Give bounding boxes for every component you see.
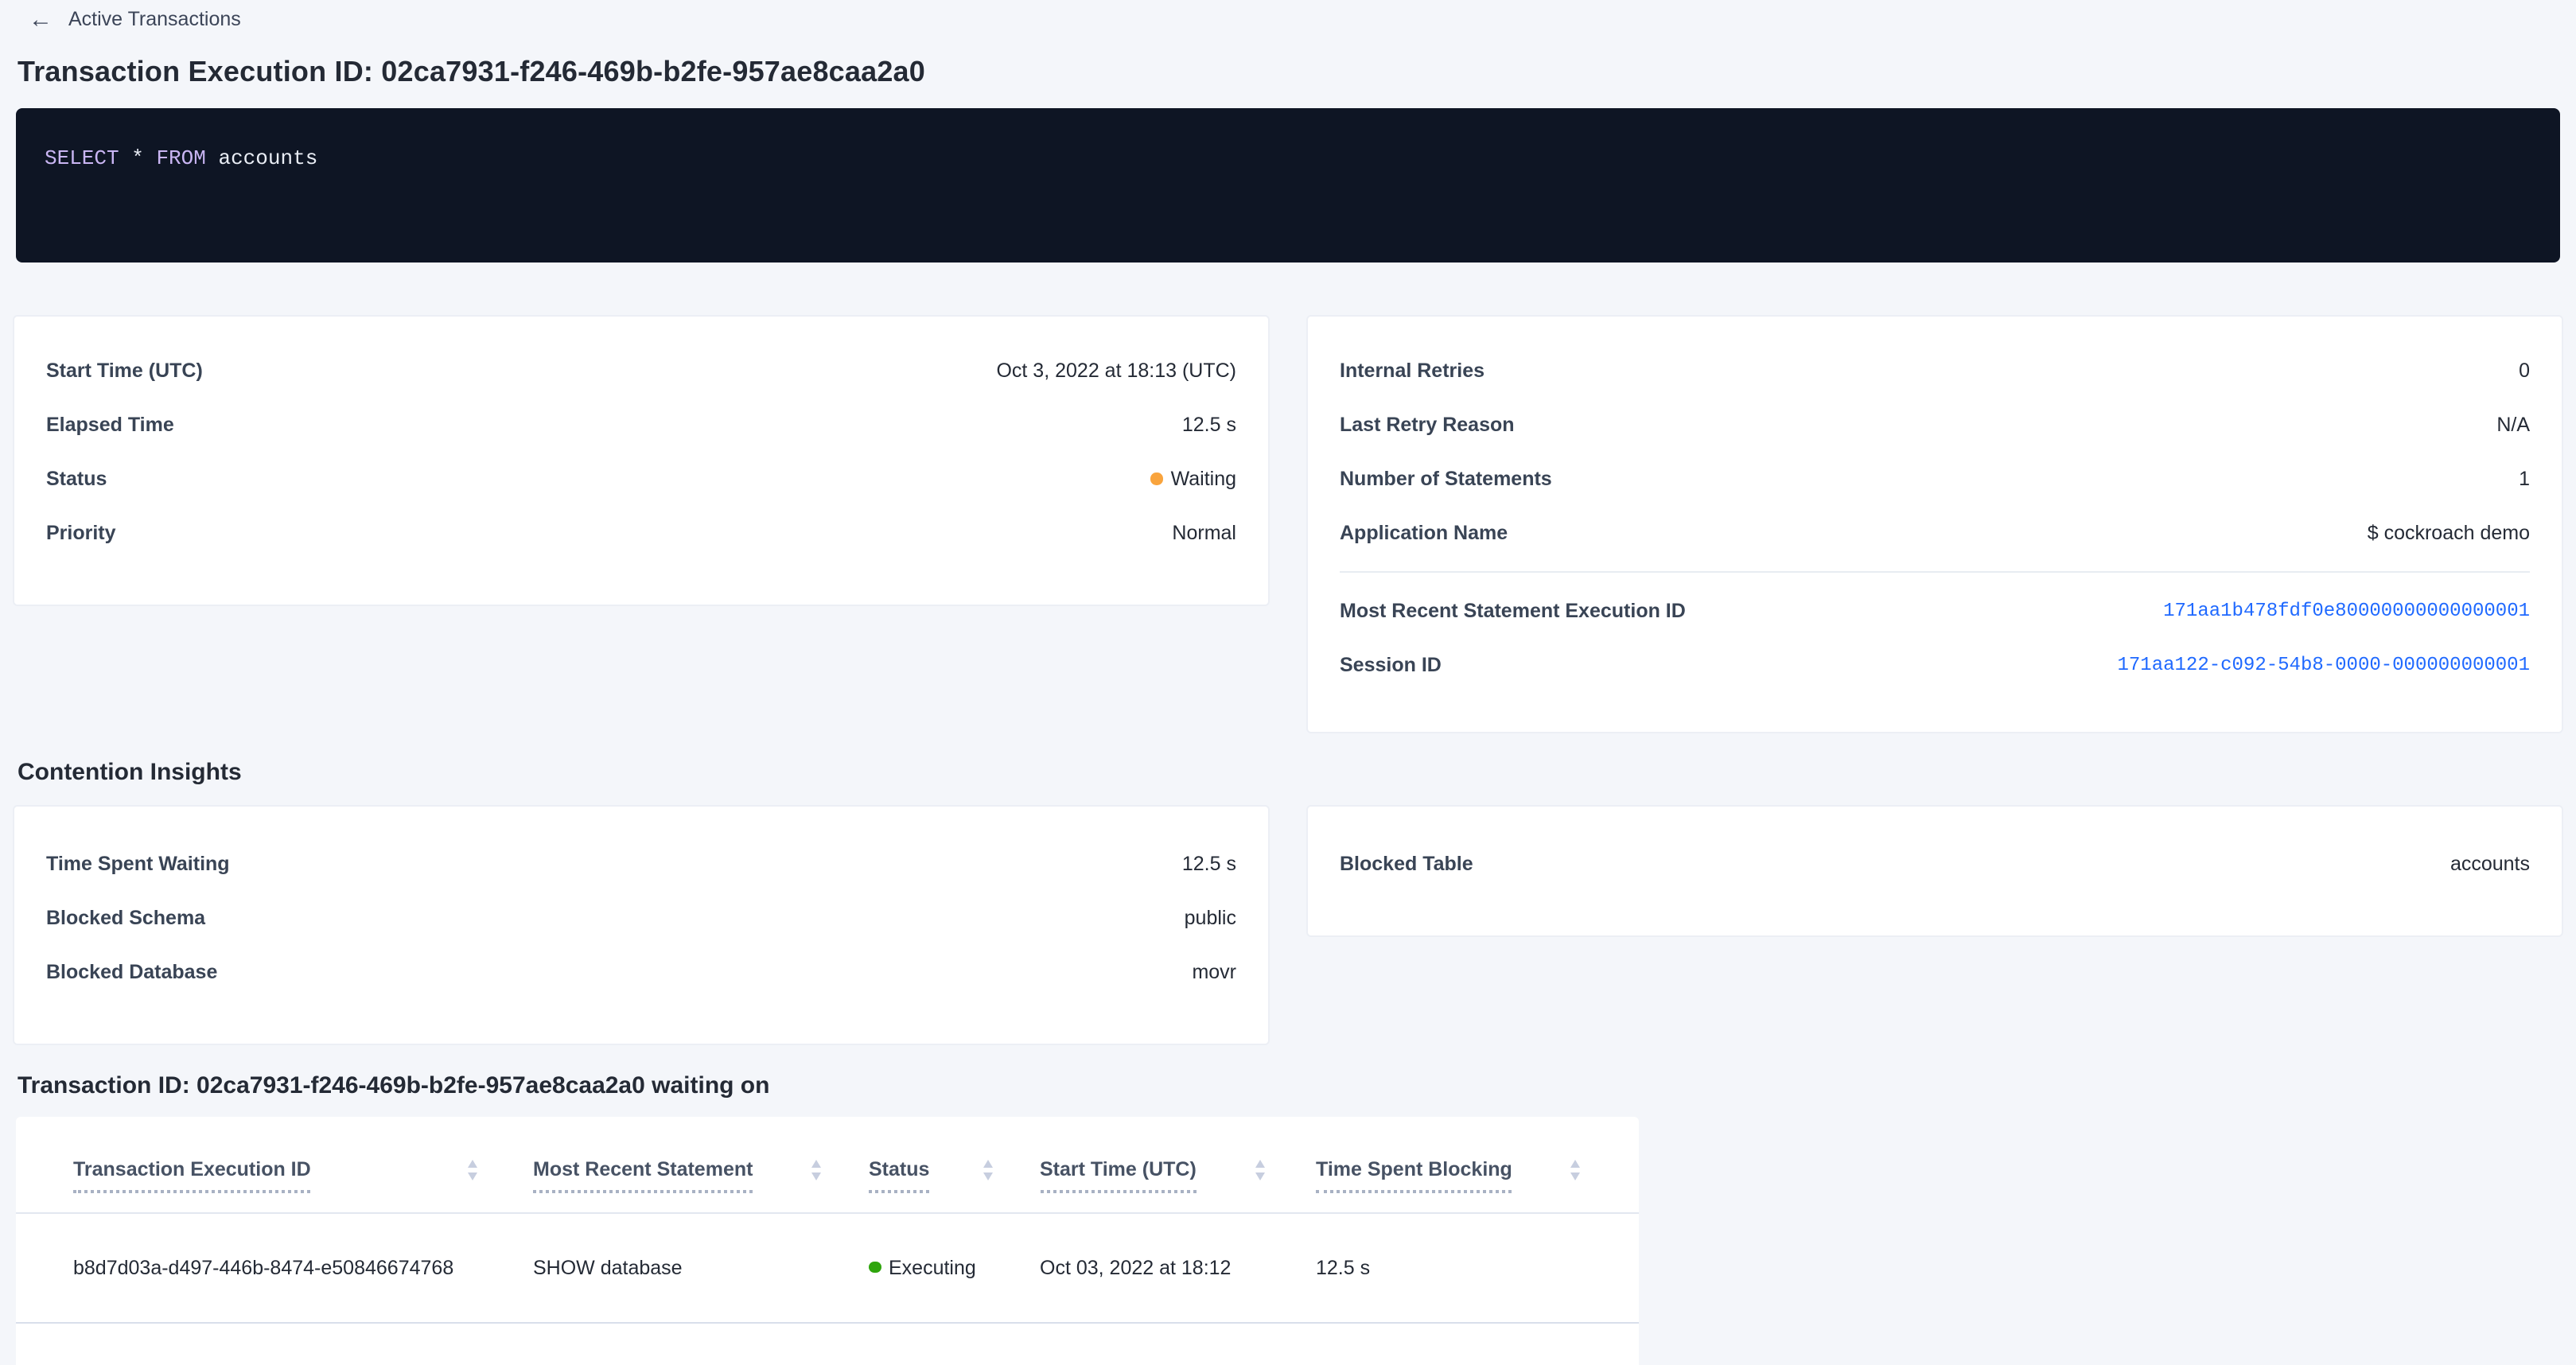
priority-row: Priority Normal — [46, 506, 1236, 560]
start-time-value: Oct 3, 2022 at 18:13 (UTC) — [996, 360, 1236, 382]
application-name-label: Application Name — [1340, 522, 1508, 544]
status-value: Waiting — [1151, 468, 1236, 490]
priority-label: Priority — [46, 522, 116, 544]
number-of-statements-value: 1 — [2519, 468, 2530, 490]
blocked-schema-value: public — [1185, 907, 1236, 929]
application-name-value: $ cockroach demo — [2368, 522, 2530, 544]
blocked-table-row: Blocked Table accounts — [1340, 837, 2530, 891]
sql-statement-box: SELECT * FROM accounts — [16, 108, 2560, 262]
sql-keyword-select: SELECT — [45, 146, 119, 170]
overview-card: Start Time (UTC) Oct 3, 2022 at 18:13 (U… — [13, 315, 1270, 606]
status-label: Status — [46, 468, 107, 490]
page-title: Transaction Execution ID: 02ca7931-f246-… — [18, 56, 925, 89]
session-id-row: Session ID 171aa122-c092-54b8-0000-00000… — [1340, 638, 2530, 692]
table-row: b8d7d03a-d497-446b-8474-e50846674768 SHO… — [16, 1212, 1639, 1324]
sql-keyword-from: FROM — [156, 146, 205, 170]
status-row: Status Waiting — [46, 452, 1236, 506]
internal-retries-row: Internal Retries 0 — [1340, 344, 2530, 398]
cell-status-text: Executing — [889, 1256, 976, 1278]
time-spent-waiting-value: 12.5 s — [1182, 853, 1236, 875]
sql-star: * — [119, 146, 157, 170]
sort-icon[interactable] — [811, 1160, 823, 1180]
contention-cards-row: Time Spent Waiting 12.5 s Blocked Schema… — [13, 805, 2563, 1045]
waiting-on-table: Transaction Execution ID Most Recent Sta… — [16, 1117, 1639, 1365]
number-of-statements-row: Number of Statements 1 — [1340, 452, 2530, 506]
time-spent-waiting-row: Time Spent Waiting 12.5 s — [46, 837, 1236, 891]
column-header-most-recent-statement[interactable]: Most Recent Statement — [533, 1158, 753, 1193]
status-value-text: Waiting — [1171, 468, 1236, 490]
internal-retries-label: Internal Retries — [1340, 360, 1485, 382]
session-id-link[interactable]: 171aa122-c092-54b8-0000-000000000001 — [2118, 654, 2531, 676]
blocked-schema-label: Blocked Schema — [46, 907, 205, 929]
cell-start-time: Oct 03, 2022 at 18:12 — [1040, 1212, 1231, 1322]
blocked-database-row: Blocked Database movr — [46, 945, 1236, 999]
cell-time-spent-blocking: 12.5 s — [1316, 1212, 1370, 1322]
blocked-database-value: movr — [1192, 961, 1236, 983]
number-of-statements-label: Number of Statements — [1340, 468, 1552, 490]
sql-statement: SELECT * FROM accounts — [45, 146, 2560, 170]
details-card: Internal Retries 0 Last Retry Reason N/A… — [1306, 315, 2563, 733]
statement-execution-id-row: Most Recent Statement Execution ID 171aa… — [1340, 584, 2530, 638]
time-spent-waiting-label: Time Spent Waiting — [46, 853, 230, 875]
column-header-transaction-execution-id[interactable]: Transaction Execution ID — [73, 1158, 311, 1193]
statement-execution-id-link[interactable]: 171aa1b478fdf0e80000000000000001 — [2163, 600, 2530, 622]
cell-status: Executing — [869, 1212, 976, 1322]
column-header-start-time[interactable]: Start Time (UTC) — [1040, 1158, 1197, 1193]
start-time-label: Start Time (UTC) — [46, 360, 203, 382]
sort-icon[interactable] — [468, 1160, 479, 1180]
transaction-details-page: ← Active Transactions Transaction Execut… — [0, 0, 2576, 1365]
cell-most-recent-statement: SHOW database — [533, 1212, 683, 1322]
blocked-table-value: accounts — [2450, 853, 2530, 875]
priority-value: Normal — [1172, 522, 1236, 544]
back-link-label: Active Transactions — [68, 8, 241, 30]
sort-icon[interactable] — [1570, 1160, 1582, 1180]
blocked-schema-row: Blocked Schema public — [46, 891, 1236, 945]
last-retry-reason-row: Last Retry Reason N/A — [1340, 398, 2530, 452]
table-header-row: Transaction Execution ID Most Recent Sta… — [16, 1117, 1639, 1214]
back-link-active-transactions[interactable]: ← Active Transactions — [29, 5, 241, 33]
start-time-row: Start Time (UTC) Oct 3, 2022 at 18:13 (U… — [46, 344, 1236, 398]
internal-retries-value: 0 — [2519, 360, 2530, 382]
elapsed-time-row: Elapsed Time 12.5 s — [46, 398, 1236, 452]
executing-status-dot-icon — [869, 1262, 881, 1274]
elapsed-time-label: Elapsed Time — [46, 414, 174, 436]
contention-right-card: Blocked Table accounts — [1306, 805, 2563, 937]
contention-left-card: Time Spent Waiting 12.5 s Blocked Schema… — [13, 805, 1270, 1045]
cell-transaction-execution-id: b8d7d03a-d497-446b-8474-e50846674768 — [73, 1212, 453, 1322]
sort-icon[interactable] — [983, 1160, 994, 1180]
blocked-database-label: Blocked Database — [46, 961, 217, 983]
waiting-on-heading: Transaction ID: 02ca7931-f246-469b-b2fe-… — [18, 1072, 769, 1099]
last-retry-reason-value: N/A — [2496, 414, 2530, 436]
sql-table-name: accounts — [206, 146, 317, 170]
blocked-table-label: Blocked Table — [1340, 853, 1473, 875]
statement-execution-id-label: Most Recent Statement Execution ID — [1340, 600, 1686, 622]
contention-insights-heading: Contention Insights — [18, 759, 242, 786]
session-id-label: Session ID — [1340, 654, 1442, 676]
application-name-row: Application Name $ cockroach demo — [1340, 506, 2530, 560]
summary-cards-row: Start Time (UTC) Oct 3, 2022 at 18:13 (U… — [13, 315, 2563, 733]
sort-icon[interactable] — [1255, 1160, 1267, 1180]
elapsed-time-value: 12.5 s — [1182, 414, 1236, 436]
card-divider — [1340, 571, 2530, 573]
last-retry-reason-label: Last Retry Reason — [1340, 414, 1515, 436]
arrow-left-icon: ← — [29, 7, 53, 31]
column-header-status[interactable]: Status — [869, 1158, 929, 1193]
column-header-time-spent-blocking[interactable]: Time Spent Blocking — [1316, 1158, 1512, 1193]
waiting-status-dot-icon — [1151, 473, 1163, 485]
